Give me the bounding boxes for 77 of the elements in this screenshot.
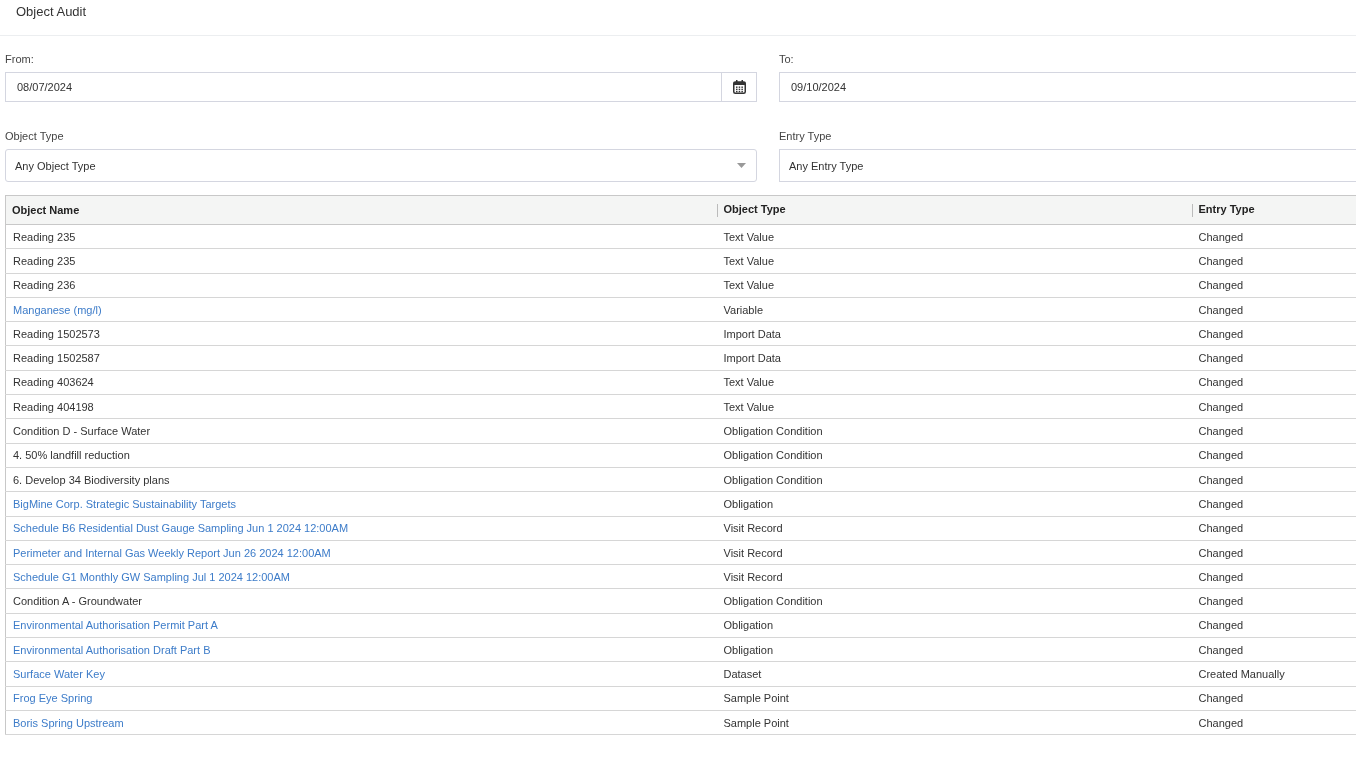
table-cell: Text Value — [716, 248, 1192, 274]
object-link[interactable]: BigMine Corp. Strategic Sustainability Targets — [13, 497, 236, 510]
object-link[interactable]: Manganese (mg/l) — [13, 303, 102, 316]
table-cell: Reading 235 — [5, 248, 717, 274]
dropdown-field[interactable]: Any Entry Type — [779, 149, 1356, 182]
object-link[interactable]: Environmental Authorisation Permit Part A — [13, 619, 218, 632]
column-header[interactable]: Entry Type — [1191, 195, 1356, 225]
table-cell: Changed — [1191, 467, 1356, 492]
table-cell: Changed — [1191, 516, 1356, 541]
table-cell: Changed — [1191, 540, 1356, 565]
table-cell: Changed — [1191, 491, 1356, 517]
table-cell: Condition A - Groundwater — [5, 588, 717, 614]
table-cell: Reading 235 — [5, 224, 717, 249]
table-cell: Changed — [1191, 321, 1356, 346]
calendar-icon — [732, 80, 746, 94]
table-cell: Obligation Condition — [716, 588, 1192, 614]
table-cell: Reading 1502573 — [5, 321, 717, 346]
object-link[interactable]: Schedule G1 Monthly GW Sampling Jul 1 2024 12:00AM — [13, 570, 290, 583]
caret-icon — [737, 163, 746, 168]
table-cell: Changed — [1191, 273, 1356, 298]
table-cell: Obligation — [716, 637, 1192, 662]
table-cell: Reading 236 — [5, 273, 717, 298]
table-cell: Changed — [1191, 418, 1356, 444]
table-cell: Obligation — [716, 491, 1192, 517]
table-cell: 6. Develop 34 Biodiversity plans — [5, 467, 717, 492]
table-cell: Changed — [1191, 248, 1356, 274]
table-cell: Reading 404198 — [5, 394, 717, 419]
table-cell: Import Data — [716, 346, 1192, 371]
table-cell: Changed — [1191, 346, 1356, 371]
table-cell: Obligation Condition — [716, 418, 1192, 444]
table-cell: Text Value — [716, 394, 1192, 419]
table-cell: Sample Point — [716, 686, 1192, 711]
object-link[interactable]: Perimeter and Internal Gas Weekly Report Jun 26 2024 12:00AM — [13, 546, 331, 559]
table-cell: Obligation — [716, 613, 1192, 638]
table-cell: 4. 50% landfill reduction — [5, 443, 717, 468]
object-link[interactable]: Schedule B6 Residential Dust Gauge Sampling Jun 1 2024 12:00AM — [13, 522, 349, 535]
table-cell: Changed — [1191, 370, 1356, 395]
object-link[interactable]: Boris Spring Upstream — [13, 716, 124, 729]
field-label: Entry Type — [779, 130, 833, 142]
column-header[interactable]: Object Type — [716, 195, 1192, 225]
field-label: To: — [779, 53, 795, 65]
table-cell: Text Value — [716, 370, 1192, 395]
date-field[interactable]: 08/07/2024 — [5, 72, 757, 102]
table-cell: Changed — [1191, 613, 1356, 638]
object-link[interactable]: Environmental Authorisation Draft Part B — [13, 643, 211, 656]
object-link[interactable]: Frog Eye Spring — [13, 692, 93, 705]
table-cell: Visit Record — [716, 516, 1192, 541]
table-cell: Created Manually — [1191, 661, 1356, 687]
table-cell: Changed — [1191, 588, 1356, 614]
table-cell: Visit Record — [716, 540, 1192, 565]
table-cell: Variable — [716, 297, 1192, 322]
table-cell: Changed — [1191, 637, 1356, 662]
table-cell: Import Data — [716, 321, 1192, 346]
field-label: Object Type — [5, 130, 65, 142]
dropdown-field[interactable]: Any Object Type — [5, 149, 757, 182]
table-cell: Condition D - Surface Water — [5, 418, 717, 444]
table-cell: Text Value — [716, 273, 1192, 298]
page-title: Object Audit — [16, 4, 87, 19]
table-cell: Sample Point — [716, 710, 1192, 735]
table-cell: Text Value — [716, 224, 1192, 249]
table-cell: Changed — [1191, 443, 1356, 468]
date-field[interactable]: 09/10/2024 — [779, 72, 1356, 102]
table-cell: Changed — [1191, 394, 1356, 419]
table-cell: Reading 1502587 — [5, 346, 717, 371]
table-cell: Changed — [1191, 224, 1356, 249]
table-cell: Changed — [1191, 686, 1356, 711]
table-cell: Changed — [1191, 710, 1356, 735]
column-header[interactable]: Object Name — [5, 195, 717, 225]
table-cell: Obligation Condition — [716, 467, 1192, 492]
table-cell: Obligation Condition — [716, 443, 1192, 468]
field-label: From: — [5, 53, 35, 65]
table-cell: Changed — [1191, 297, 1356, 322]
table-cell: Dataset — [716, 661, 1192, 687]
table-cell: Reading 403624 — [5, 370, 717, 395]
table-cell: Changed — [1191, 564, 1356, 589]
table-cell: Visit Record — [716, 564, 1192, 589]
object-link[interactable]: Surface Water Key — [13, 668, 105, 680]
